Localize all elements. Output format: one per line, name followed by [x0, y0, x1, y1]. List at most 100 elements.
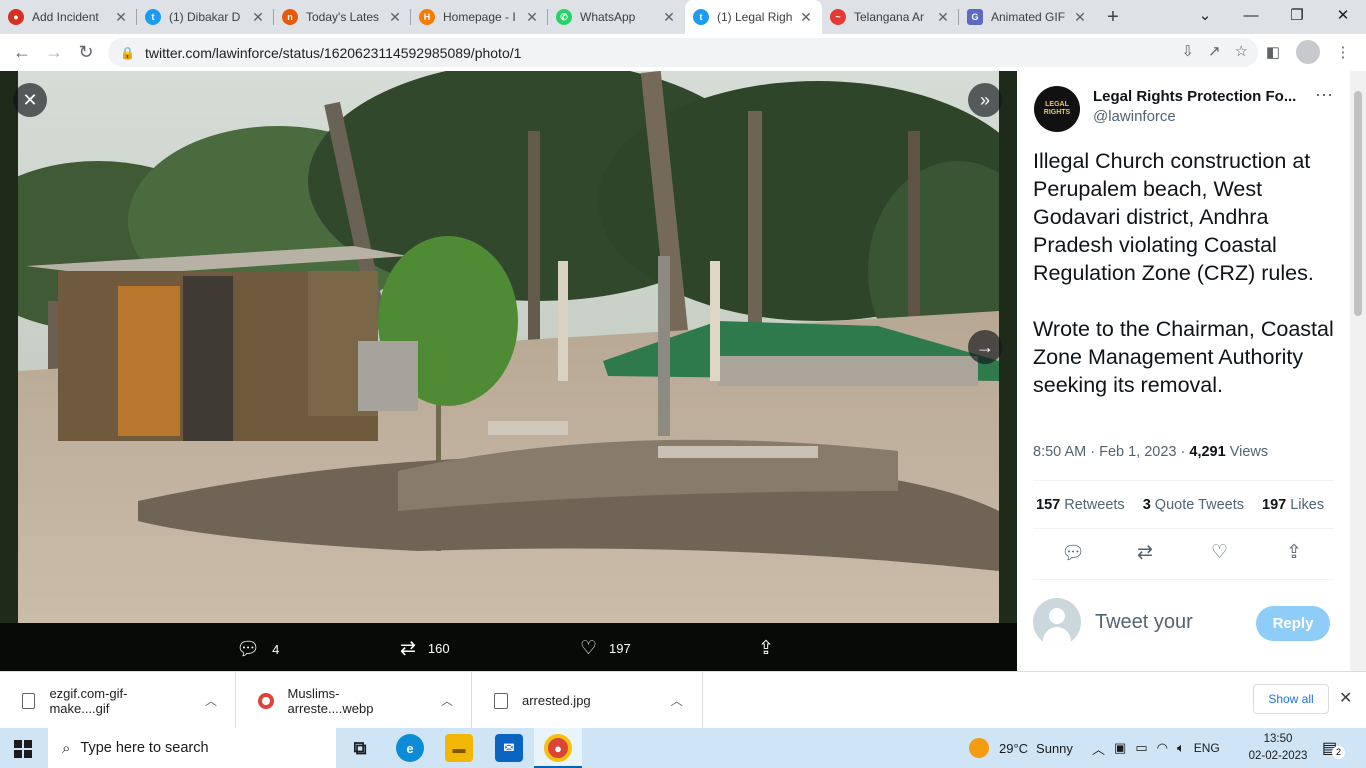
chrome-icon[interactable]: ● [544, 734, 572, 762]
scrollbar-thumb[interactable] [1354, 91, 1362, 316]
reply-button[interactable]: Reply [1256, 606, 1330, 641]
battery-icon[interactable]: ▭ [1135, 740, 1147, 756]
author-avatar[interactable]: LEGAL RIGHTS [1034, 86, 1080, 132]
whatsapp-icon: ✆ [556, 9, 572, 25]
show-all-button[interactable]: Show all [1253, 684, 1329, 714]
volume-icon[interactable]: 🔈︎ [1177, 740, 1185, 756]
share-icon[interactable]: ↗ [1208, 42, 1221, 60]
bookmark-star-icon[interactable]: ☆ [1235, 42, 1248, 60]
address-bar[interactable]: 🔒 twitter.com/lawinforce/status/16206231… [108, 38, 1258, 67]
panel-scrollbar[interactable] [1350, 71, 1366, 671]
close-tab-icon[interactable]: ✕ [798, 9, 814, 26]
back-arrow-icon[interactable]: ← [6, 38, 38, 68]
news-icon: ~ [830, 9, 846, 25]
tab-telangana[interactable]: ~ Telangana Ar ✕ [822, 0, 959, 34]
close-tab-icon[interactable]: ✕ [1072, 9, 1088, 26]
avatar-logo-text: LEGAL RIGHTS [1043, 101, 1071, 116]
tab-search-icon[interactable]: ⌄ [1182, 0, 1228, 30]
lock-icon[interactable]: 🔒 [120, 46, 135, 60]
views-count: 4,291 [1189, 444, 1226, 460]
edge-browser-icon[interactable]: e [396, 734, 424, 762]
clock[interactable]: 13:50 02-02-2023 [1248, 731, 1308, 765]
reply-action[interactable]: 💬︎ 4 [236, 637, 279, 661]
reply-count: 4 [272, 641, 280, 657]
retweet-action[interactable]: ⇄ 160 [400, 637, 450, 660]
expand-panel-icon[interactable]: » [968, 83, 1002, 117]
close-tab-icon[interactable]: ✕ [524, 9, 540, 26]
chevron-up-icon[interactable]: ︿ [205, 692, 217, 709]
url-text[interactable]: twitter.com/lawinforce/status/1620623114… [145, 45, 521, 61]
notification-count: 2 [1332, 746, 1345, 759]
share-action[interactable]: ⇪ [758, 637, 786, 660]
task-view-icon[interactable]: ⧉ [346, 734, 374, 762]
reply-comment-icon[interactable]: 💬︎ [1061, 541, 1085, 565]
menu-kebab-icon[interactable]: ⋮ [1330, 38, 1356, 66]
meet-now-icon[interactable]: ▣ [1114, 740, 1126, 756]
close-tab-icon[interactable]: ✕ [661, 9, 677, 26]
divider [1033, 528, 1334, 529]
install-icon[interactable]: ⇩ [1181, 42, 1194, 60]
comment-bubble-icon: 💬︎ [236, 639, 261, 660]
close-tab-icon[interactable]: ✕ [935, 9, 951, 26]
side-panel-icon[interactable]: ◧ [1260, 38, 1286, 66]
retweet-icon[interactable]: ⇄ [1137, 541, 1153, 564]
tweet-timestamp[interactable]: 8:50 AM · Feb 1, 2023 · [1033, 444, 1189, 460]
tweet-photo[interactable] [18, 71, 999, 623]
chevron-up-icon[interactable]: ︿ [671, 692, 683, 709]
author-display-name[interactable]: Legal Rights Protection Fo... [1093, 88, 1296, 105]
system-tray: ︿ ▣ ▭ ◠ 🔈︎ ENG [1092, 728, 1220, 768]
restore-icon[interactable]: ❐ [1274, 0, 1320, 30]
file-explorer-icon[interactable]: ▬ [445, 734, 473, 762]
weather-widget[interactable]: 29°C Sunny [969, 728, 1073, 768]
tweet-paragraph: Illegal Church construction at Perupalem… [1033, 149, 1314, 285]
forward-arrow-icon[interactable]: → [38, 38, 70, 68]
close-tab-icon[interactable]: ✕ [387, 9, 403, 26]
reload-icon[interactable]: ↻ [70, 38, 102, 68]
toolbar: ← → ↻ 🔒 twitter.com/lawinforce/status/16… [0, 34, 1366, 71]
minimize-icon[interactable]: — [1228, 0, 1274, 30]
notification-center[interactable]: ▤ 2 [1322, 738, 1345, 759]
tab-homepage[interactable]: H Homepage - I ✕ [411, 0, 548, 34]
close-window-icon[interactable]: ✕ [1320, 0, 1366, 30]
retweets-stat[interactable]: 157 Retweets [1036, 497, 1125, 513]
wifi-icon[interactable]: ◠ [1157, 740, 1168, 756]
reply-input[interactable]: Tweet your [1095, 611, 1193, 634]
mail-icon[interactable]: ✉ [495, 734, 523, 762]
tab-animated-gif[interactable]: G Animated GIF ✕ [959, 0, 1096, 34]
search-placeholder: Type here to search [80, 740, 209, 756]
file-icon [494, 692, 508, 709]
language-indicator[interactable]: ENG [1194, 741, 1220, 755]
author-handle[interactable]: @lawinforce [1093, 108, 1176, 125]
tab-legal-rights[interactable]: t (1) Legal Righ ✕ [685, 0, 822, 34]
share-upload-icon[interactable]: ⇪ [1286, 541, 1302, 564]
close-tab-icon[interactable]: ✕ [250, 9, 266, 26]
tab-title: WhatsApp [580, 10, 636, 24]
like-count: 197 [609, 641, 631, 656]
new-tab-button[interactable]: + [1096, 0, 1130, 34]
windows-start-icon[interactable] [14, 740, 32, 758]
tab-todays-latest[interactable]: n Today's Lates ✕ [274, 0, 411, 34]
taskbar-search[interactable]: ⌕ Type here to search [48, 728, 336, 768]
close-photo-icon[interactable]: ✕ [13, 83, 47, 117]
windows-taskbar: ⌕ Type here to search ⧉ e ▬ ✉ ● 29°C Sun… [0, 728, 1366, 768]
profile-avatar-icon[interactable] [1296, 40, 1320, 64]
chevron-up-icon[interactable]: ︿ [1092, 739, 1105, 758]
tab-whatsapp[interactable]: ✆ WhatsApp ✕ [548, 0, 685, 34]
tab-dibakar[interactable]: t (1) Dibakar D ✕ [137, 0, 274, 34]
download-item[interactable]: ezgif.com-gif-make....gif ︿ [0, 672, 236, 729]
hp-icon: H [419, 9, 435, 25]
next-photo-arrow-icon[interactable]: → [968, 330, 1002, 364]
quote-tweets-stat[interactable]: 3 Quote Tweets [1143, 497, 1244, 513]
tab-add-incident[interactable]: ● Add Incident ✕ [0, 0, 137, 34]
close-downloads-icon[interactable]: ✕ [1339, 688, 1352, 708]
tweet-paragraph: Wrote to the Chairman, Coastal Zone Mana… [1033, 317, 1334, 397]
download-item[interactable]: arrested.jpg ︿ [472, 672, 703, 729]
like-action[interactable]: ♡ 197 [580, 637, 631, 660]
close-tab-icon[interactable]: ✕ [113, 9, 129, 26]
likes-stat[interactable]: 197 Likes [1262, 497, 1324, 513]
download-item[interactable]: Muslims-arreste....webp ︿ [236, 672, 472, 729]
weather-text: Sunny [1036, 740, 1073, 756]
more-options-icon[interactable]: ⋯ [1315, 85, 1333, 106]
like-heart-icon[interactable]: ♡ [1211, 541, 1228, 564]
chevron-up-icon[interactable]: ︿ [441, 692, 453, 709]
